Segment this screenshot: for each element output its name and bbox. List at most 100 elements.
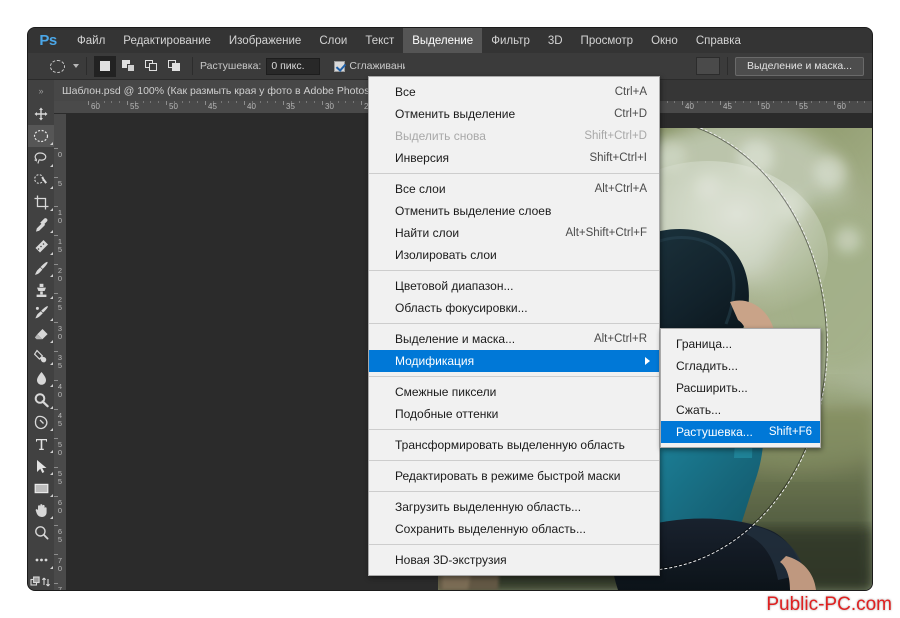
menu-item-область-фокусировки[interactable]: Область фокусировки... bbox=[369, 297, 659, 319]
submenu-item-label: Растушевка... bbox=[676, 425, 753, 439]
watermark: Public-PC.com bbox=[766, 594, 892, 615]
menu-file[interactable]: Файл bbox=[68, 28, 114, 53]
panel-expand-icon[interactable]: » bbox=[28, 80, 54, 101]
menu-item-отменить-выделение-слоев[interactable]: Отменить выделение слоев bbox=[369, 200, 659, 222]
menu-window[interactable]: Окно bbox=[642, 28, 687, 53]
history-brush-tool[interactable] bbox=[28, 301, 54, 323]
brush-tool[interactable] bbox=[28, 257, 54, 279]
menu-3d[interactable]: 3D bbox=[539, 28, 572, 53]
submenu-item-граница[interactable]: Граница... bbox=[661, 333, 820, 355]
ruler-minor-tick bbox=[111, 101, 113, 103]
path-selection-tool[interactable] bbox=[28, 455, 54, 477]
menu-item-label: Смежные пиксели bbox=[395, 385, 497, 399]
menu-item-смежные-пиксели[interactable]: Смежные пиксели bbox=[369, 381, 659, 403]
menu-item-новая-3d-экструзия[interactable]: Новая 3D-экструзия bbox=[369, 549, 659, 571]
menu-item-label: Все bbox=[395, 85, 416, 99]
ruler-label: 60 bbox=[57, 498, 63, 515]
menu-filter[interactable]: Фильтр bbox=[482, 28, 539, 53]
new-selection-button[interactable] bbox=[94, 55, 116, 77]
quick-selection-tool[interactable] bbox=[28, 169, 54, 191]
modify-submenu[interactable]: Граница... Сгладить... Расширить... Сжать..… bbox=[660, 328, 821, 448]
ruler-minor-tick bbox=[849, 101, 851, 103]
edit-toolbar-icon[interactable] bbox=[28, 571, 54, 590]
menu-item-отменить-выделение[interactable]: Отменить выделение Ctrl+D bbox=[369, 103, 659, 125]
ruler-label: 35 bbox=[286, 102, 295, 111]
menu-item-загрузить-выделенную-область[interactable]: Загрузить выделенную область... bbox=[369, 496, 659, 518]
menu-separator bbox=[369, 323, 659, 324]
type-tool[interactable] bbox=[28, 433, 54, 455]
feather-input[interactable]: 0 пикс. bbox=[266, 57, 321, 75]
zoom-tool[interactable] bbox=[28, 521, 54, 543]
submenu-item-растушевка[interactable]: Растушевка... Shift+F6 bbox=[661, 421, 820, 443]
ruler-tick bbox=[322, 101, 323, 105]
menu-item-все[interactable]: Все Ctrl+A bbox=[369, 81, 659, 103]
select-menu-dropdown[interactable]: Все Ctrl+A Отменить выделение Ctrl+D Выделит… bbox=[368, 76, 660, 576]
gradient-tool[interactable] bbox=[28, 345, 54, 367]
subtract-from-selection-button[interactable] bbox=[140, 55, 162, 77]
lasso-tool[interactable] bbox=[28, 147, 54, 169]
ruler-tick bbox=[166, 101, 167, 105]
menu-text[interactable]: Текст bbox=[356, 28, 403, 53]
ruler-minor-tick bbox=[735, 101, 737, 103]
ruler-minor-tick bbox=[290, 101, 292, 103]
ruler-tick bbox=[796, 101, 797, 105]
ruler-minor-tick bbox=[259, 101, 261, 103]
menu-item-изолировать-слои[interactable]: Изолировать слои bbox=[369, 244, 659, 266]
menu-item-shortcut: Ctrl+D bbox=[614, 108, 647, 120]
eraser-tool[interactable] bbox=[28, 323, 54, 345]
antialias-checkbox[interactable] bbox=[334, 60, 346, 72]
elliptical-marquee-tool[interactable] bbox=[28, 125, 54, 147]
submenu-item-сгладить[interactable]: Сгладить... bbox=[661, 355, 820, 377]
ruler-label: 35 bbox=[57, 353, 63, 370]
blur-tool[interactable] bbox=[28, 367, 54, 389]
menu-item-подобные-оттенки[interactable]: Подобные оттенки bbox=[369, 403, 659, 425]
menu-item-выделение-и-маска[interactable]: Выделение и маска... Alt+Ctrl+R bbox=[369, 328, 659, 350]
menu-help[interactable]: Справка bbox=[687, 28, 750, 53]
ruler-minor-tick bbox=[212, 101, 214, 103]
menu-item-сохранить-выделенную-область[interactable]: Сохранить выделенную область... bbox=[369, 518, 659, 540]
select-and-mask-button[interactable]: Выделение и маска... bbox=[734, 56, 864, 76]
menu-image[interactable]: Изображение bbox=[220, 28, 310, 53]
menu-item-label: Отменить выделение слоев bbox=[395, 204, 552, 218]
ruler-minor-tick bbox=[788, 101, 790, 103]
menu-select[interactable]: Выделение bbox=[403, 28, 483, 53]
intersect-selection-button[interactable] bbox=[163, 55, 185, 77]
submenu-item-расширить[interactable]: Расширить... bbox=[661, 377, 820, 399]
menu-item-label: Новая 3D-экструзия bbox=[395, 553, 507, 567]
menu-item-label: Выделить снова bbox=[395, 129, 486, 143]
more-tools-icon[interactable] bbox=[28, 549, 54, 571]
ruler-label: 40 bbox=[57, 382, 63, 399]
selection-mode-group bbox=[94, 55, 185, 77]
ruler-tick bbox=[54, 264, 58, 265]
rectangle-tool[interactable] bbox=[28, 477, 54, 499]
menu-item-инверсия[interactable]: Инверсия Shift+Ctrl+I bbox=[369, 147, 659, 169]
eyedropper-tool[interactable] bbox=[28, 213, 54, 235]
menu-item-трансформировать-выделенную-область[interactable]: Трансформировать выделенную область bbox=[369, 434, 659, 456]
clone-stamp-tool[interactable] bbox=[28, 279, 54, 301]
hand-tool[interactable] bbox=[28, 499, 54, 521]
menu-item-shortcut: Shift+Ctrl+D bbox=[584, 130, 647, 142]
tool-preset-chevron-down-icon[interactable] bbox=[73, 64, 79, 68]
menu-item-найти-слои[interactable]: Найти слои Alt+Shift+Ctrl+F bbox=[369, 222, 659, 244]
ruler-minor-tick bbox=[197, 101, 199, 103]
submenu-item-сжать[interactable]: Сжать... bbox=[661, 399, 820, 421]
ruler-tick bbox=[54, 467, 58, 468]
menu-item-модификация[interactable]: Модификация bbox=[369, 350, 659, 372]
elliptical-marquee-icon[interactable] bbox=[44, 56, 70, 77]
menu-item-цветовой-диапазон[interactable]: Цветовой диапазон... bbox=[369, 275, 659, 297]
add-to-selection-button[interactable] bbox=[117, 55, 139, 77]
crop-tool[interactable] bbox=[28, 191, 54, 213]
ruler-label: 40 bbox=[247, 102, 256, 111]
move-tool[interactable] bbox=[28, 103, 54, 125]
ruler-label: 25 bbox=[57, 295, 63, 312]
menu-item-все-слои[interactable]: Все слои Alt+Ctrl+A bbox=[369, 178, 659, 200]
menu-layers[interactable]: Слои bbox=[310, 28, 356, 53]
menu-item-редактировать-в-режиме-быстрой-маски[interactable]: Редактировать в режиме быстрой маски bbox=[369, 465, 659, 487]
menu-edit[interactable]: Редактирование bbox=[114, 28, 220, 53]
pen-tool[interactable] bbox=[28, 411, 54, 433]
grid-icon[interactable] bbox=[695, 57, 720, 75]
dodge-tool[interactable] bbox=[28, 389, 54, 411]
ruler-tick bbox=[127, 101, 128, 105]
menu-view[interactable]: Просмотр bbox=[572, 28, 643, 53]
healing-brush-tool[interactable] bbox=[28, 235, 54, 257]
